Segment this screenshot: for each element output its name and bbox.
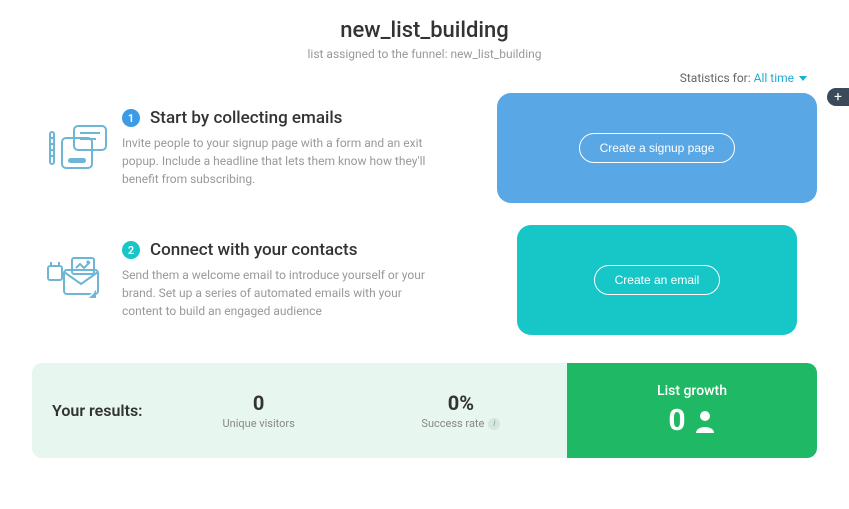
stats-label: Statistics for: — [680, 71, 751, 85]
unique-visitors-metric: 0 Unique visitors — [173, 391, 345, 430]
expand-button[interactable]: + — [827, 88, 849, 106]
stats-range-value: All time — [754, 71, 794, 85]
info-icon[interactable]: i — [488, 418, 500, 430]
list-growth-value: 0 — [668, 403, 685, 438]
results-label: Your results: — [52, 401, 143, 420]
step-2-description: Send them a welcome email to introduce y… — [122, 266, 442, 320]
list-growth-label: List growth — [657, 383, 727, 399]
funnel-step-1: 1 Start by collecting emails Invite peop… — [0, 93, 849, 203]
step-number-badge: 1 — [122, 109, 140, 127]
unique-visitors-value: 0 — [173, 391, 345, 415]
results-panel: Your results: 0 Unique visitors 0% Succe… — [32, 363, 817, 458]
success-rate-caption: Success rate — [421, 417, 484, 430]
create-signup-page-button[interactable]: Create a signup page — [579, 133, 736, 163]
funnel-stage-connect: Create an email — [517, 225, 797, 335]
success-rate-metric: 0% Success rate i — [375, 391, 547, 430]
funnel-step-2: 2 Connect with your contacts Send them a… — [0, 225, 849, 335]
page-title: new_list_building — [0, 18, 849, 43]
step-1-title: Start by collecting emails — [150, 108, 342, 128]
person-icon — [694, 409, 716, 433]
list-growth-panel: List growth 0 — [567, 363, 817, 458]
chevron-down-icon — [799, 76, 807, 81]
stats-range-dropdown[interactable]: All time — [754, 71, 807, 85]
create-email-button[interactable]: Create an email — [594, 265, 721, 295]
success-rate-value: 0% — [375, 391, 547, 415]
email-icon — [42, 252, 112, 308]
page-subtitle: list assigned to the funnel: new_list_bu… — [0, 47, 849, 61]
signup-page-icon — [42, 120, 112, 176]
step-number-badge: 2 — [122, 241, 140, 259]
step-2-title: Connect with your contacts — [150, 240, 357, 260]
step-1-description: Invite people to your signup page with a… — [122, 134, 442, 188]
statistics-filter: Statistics for: All time — [0, 61, 849, 85]
funnel-stage-collect: Create a signup page — [497, 93, 817, 203]
unique-visitors-caption: Unique visitors — [223, 417, 295, 430]
